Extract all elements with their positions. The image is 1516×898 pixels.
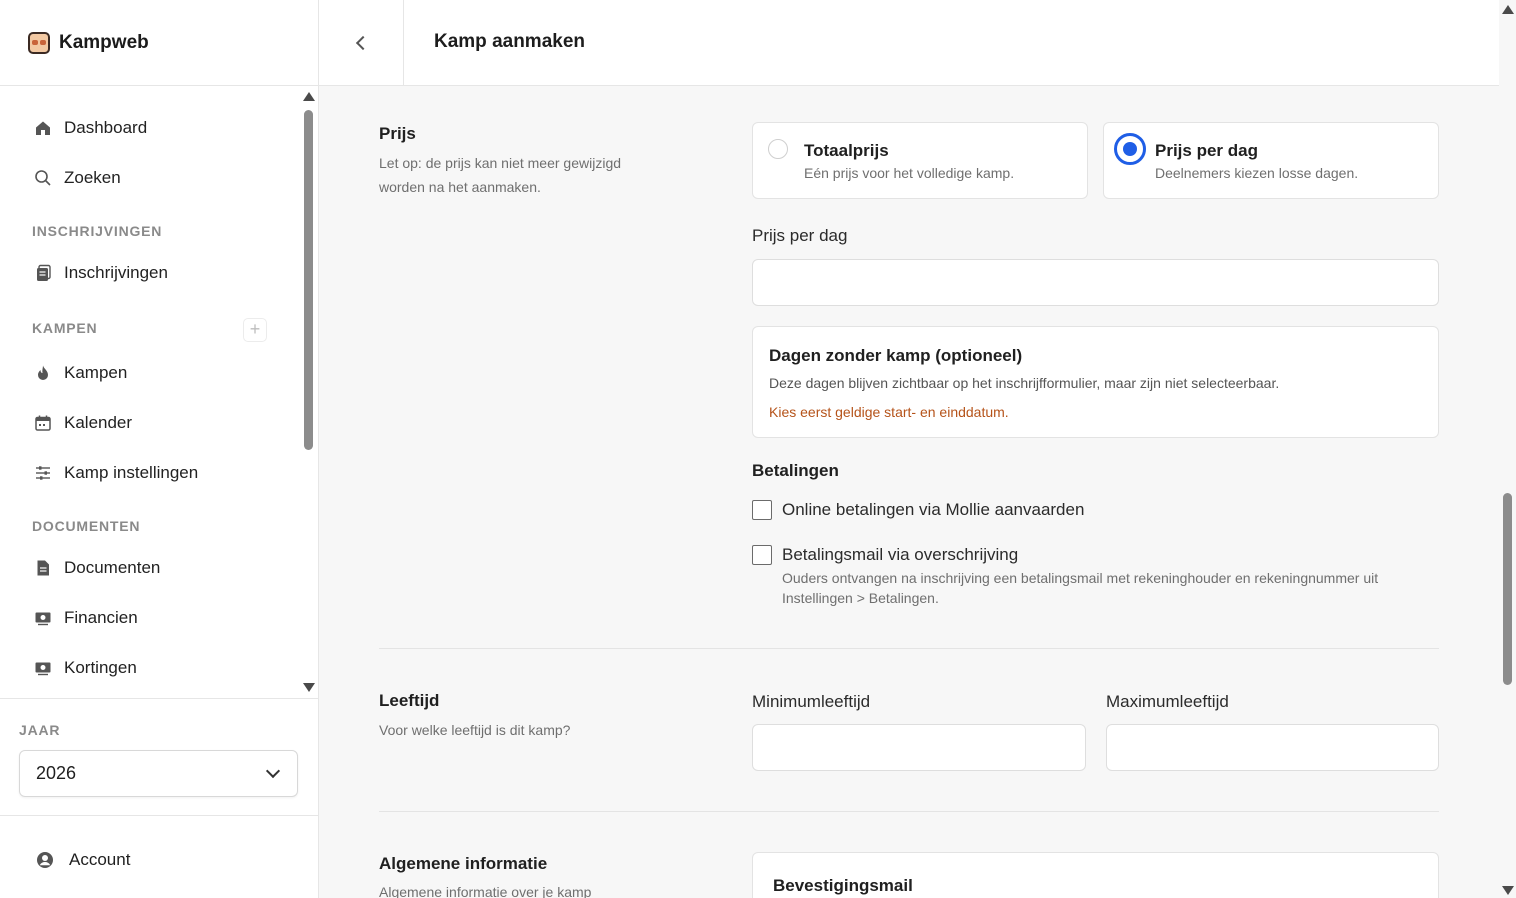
sidebar-item-kalender[interactable]: Kalender	[0, 403, 300, 443]
sidebar-item-kortingen[interactable]: Kortingen	[0, 648, 300, 688]
app-name: Kampweb	[59, 31, 149, 53]
clipboard-icon	[34, 264, 52, 282]
scroll-up-arrow-icon[interactable]	[1502, 5, 1514, 14]
betalingen-title: Betalingen	[752, 461, 839, 480]
sidebar-nav: Dashboard Zoeken INSCHRIJVINGEN Inschrij…	[0, 86, 300, 698]
main-content: Prijs Let op: de prijs kan niet meer gew…	[319, 86, 1499, 898]
chevron-down-icon	[265, 763, 281, 779]
money-icon	[34, 609, 52, 627]
sidebar-item-kamp-instellingen[interactable]: Kamp instellingen	[0, 453, 300, 493]
maximumleeftijd-input[interactable]	[1106, 724, 1439, 771]
dagen-title: Dagen zonder kamp (optioneel)	[769, 346, 1023, 365]
brand[interactable]: Kampweb	[0, 0, 318, 86]
sidebar-item-label: Inschrijvingen	[64, 263, 168, 282]
sidebar-item-label: Financien	[64, 608, 138, 627]
dagen-zonder-kamp-box: Dagen zonder kamp (optioneel) Deze dagen…	[752, 326, 1439, 438]
bevestigingsmail-card[interactable]: Bevestigingsmail	[752, 852, 1439, 898]
account-label: Account	[69, 850, 131, 869]
dagen-warning: Kies eerst geldige start- en einddatum.	[769, 404, 1009, 420]
prijs-section-description: Let op: de prijs kan niet meer gewijzigd…	[379, 155, 622, 195]
add-kamp-button[interactable]: +	[243, 318, 267, 342]
scrollbar-thumb[interactable]	[304, 110, 313, 450]
sidebar-item-label: Documenten	[64, 558, 161, 577]
page-scrollbar[interactable]	[1499, 0, 1516, 898]
radio-totaalprijs[interactable]: Totaalprijs Eén prijs voor het volledige…	[752, 122, 1088, 199]
online-betalingen-label[interactable]: Online betalingen via Mollie aanvaarden	[782, 500, 1084, 520]
year-select[interactable]: 2026	[19, 750, 298, 797]
radio-title: Prijs per dag	[1155, 141, 1258, 160]
document-icon	[34, 559, 52, 577]
betalingsmail-checkbox[interactable]	[752, 545, 772, 565]
scroll-down-arrow-icon[interactable]	[1502, 886, 1514, 895]
home-icon	[34, 119, 52, 137]
year-label: JAAR	[19, 722, 61, 738]
page-header: Kamp aanmaken	[319, 0, 1499, 86]
sidebar-item-kampen[interactable]: Kampen	[0, 353, 300, 393]
scroll-up-arrow-icon[interactable]	[303, 92, 315, 101]
radio-prijs-per-dag[interactable]: Prijs per dag Deelnemers kiezen losse da…	[1103, 122, 1439, 199]
sidebar-item-label: Zoeken	[64, 168, 121, 187]
sidebar-item-account[interactable]: Account	[0, 840, 318, 880]
radio-button-selected[interactable]	[1114, 133, 1146, 165]
section-label-inschrijvingen: INSCHRIJVINGEN	[32, 223, 163, 239]
search-icon	[34, 169, 52, 187]
algemeen-section-description: Algemene informatie over je kamp	[379, 884, 592, 898]
radio-subtitle: Eén prijs voor het volledige kamp.	[804, 165, 1015, 181]
minimumleeftijd-input[interactable]	[752, 724, 1086, 771]
fire-icon	[34, 364, 52, 382]
sidebar-item-inschrijvingen[interactable]: Inschrijvingen	[0, 253, 300, 293]
year-value: 2026	[36, 763, 77, 783]
discount-icon	[34, 659, 52, 677]
year-picker: JAAR 2026	[0, 698, 318, 816]
section-label-documenten: DOCUMENTEN	[32, 518, 141, 534]
leeftijd-section-description: Voor welke leeftijd is dit kamp?	[379, 722, 571, 738]
sidebar-scrollbar[interactable]	[300, 86, 318, 698]
user-circle-icon	[36, 851, 54, 869]
dagen-text: Deze dagen blijven zichtbaar op het insc…	[769, 375, 1280, 391]
kampweb-logo-icon	[28, 31, 50, 54]
sliders-icon	[34, 464, 52, 482]
scroll-down-arrow-icon[interactable]	[303, 683, 315, 692]
sidebar: Kampweb Dashboard Zoeken INSCHRIJVINGEN …	[0, 0, 319, 898]
sidebar-item-documenten[interactable]: Documenten	[0, 548, 300, 588]
back-button[interactable]	[319, 0, 404, 85]
sidebar-item-label: Dashboard	[64, 118, 148, 137]
minimumleeftijd-label: Minimumleeftijd	[752, 692, 871, 711]
sidebar-item-financien[interactable]: Financien	[0, 598, 300, 638]
leeftijd-section-title: Leeftijd	[379, 691, 440, 710]
maximumleeftijd-label: Maximumleeftijd	[1106, 692, 1229, 711]
section-divider	[379, 811, 1439, 812]
radio-button[interactable]	[768, 139, 788, 159]
betalingsmail-label[interactable]: Betalingsmail via overschrijving	[782, 545, 1018, 565]
page-title: Kamp aanmaken	[434, 31, 586, 52]
sidebar-item-dashboard[interactable]: Dashboard	[0, 108, 300, 148]
sidebar-item-label: Kamp instellingen	[64, 463, 199, 482]
calendar-icon	[34, 414, 52, 432]
section-divider	[379, 648, 1439, 649]
online-betalingen-checkbox[interactable]	[752, 500, 772, 520]
chevron-left-icon	[355, 35, 371, 50]
sidebar-item-label: Kortingen	[64, 658, 137, 677]
algemeen-section-title: Algemene informatie	[379, 854, 548, 873]
bevestigingsmail-title: Bevestigingsmail	[773, 876, 913, 895]
betalingsmail-help: Ouders ontvangen na inschrijving een bet…	[782, 570, 1379, 606]
radio-title: Totaalprijs	[804, 141, 889, 160]
prijs-per-dag-label: Prijs per dag	[752, 226, 848, 245]
sidebar-item-label: Kampen	[64, 363, 128, 382]
radio-subtitle: Deelnemers kiezen losse dagen.	[1155, 165, 1359, 181]
section-label-kampen: KAMPEN	[32, 320, 98, 336]
prijs-section-title: Prijs	[379, 124, 416, 143]
prijs-per-dag-input[interactable]	[752, 259, 1439, 306]
sidebar-item-zoeken[interactable]: Zoeken	[0, 158, 300, 198]
sidebar-item-label: Kalender	[64, 413, 133, 432]
scrollbar-thumb[interactable]	[1503, 493, 1512, 685]
